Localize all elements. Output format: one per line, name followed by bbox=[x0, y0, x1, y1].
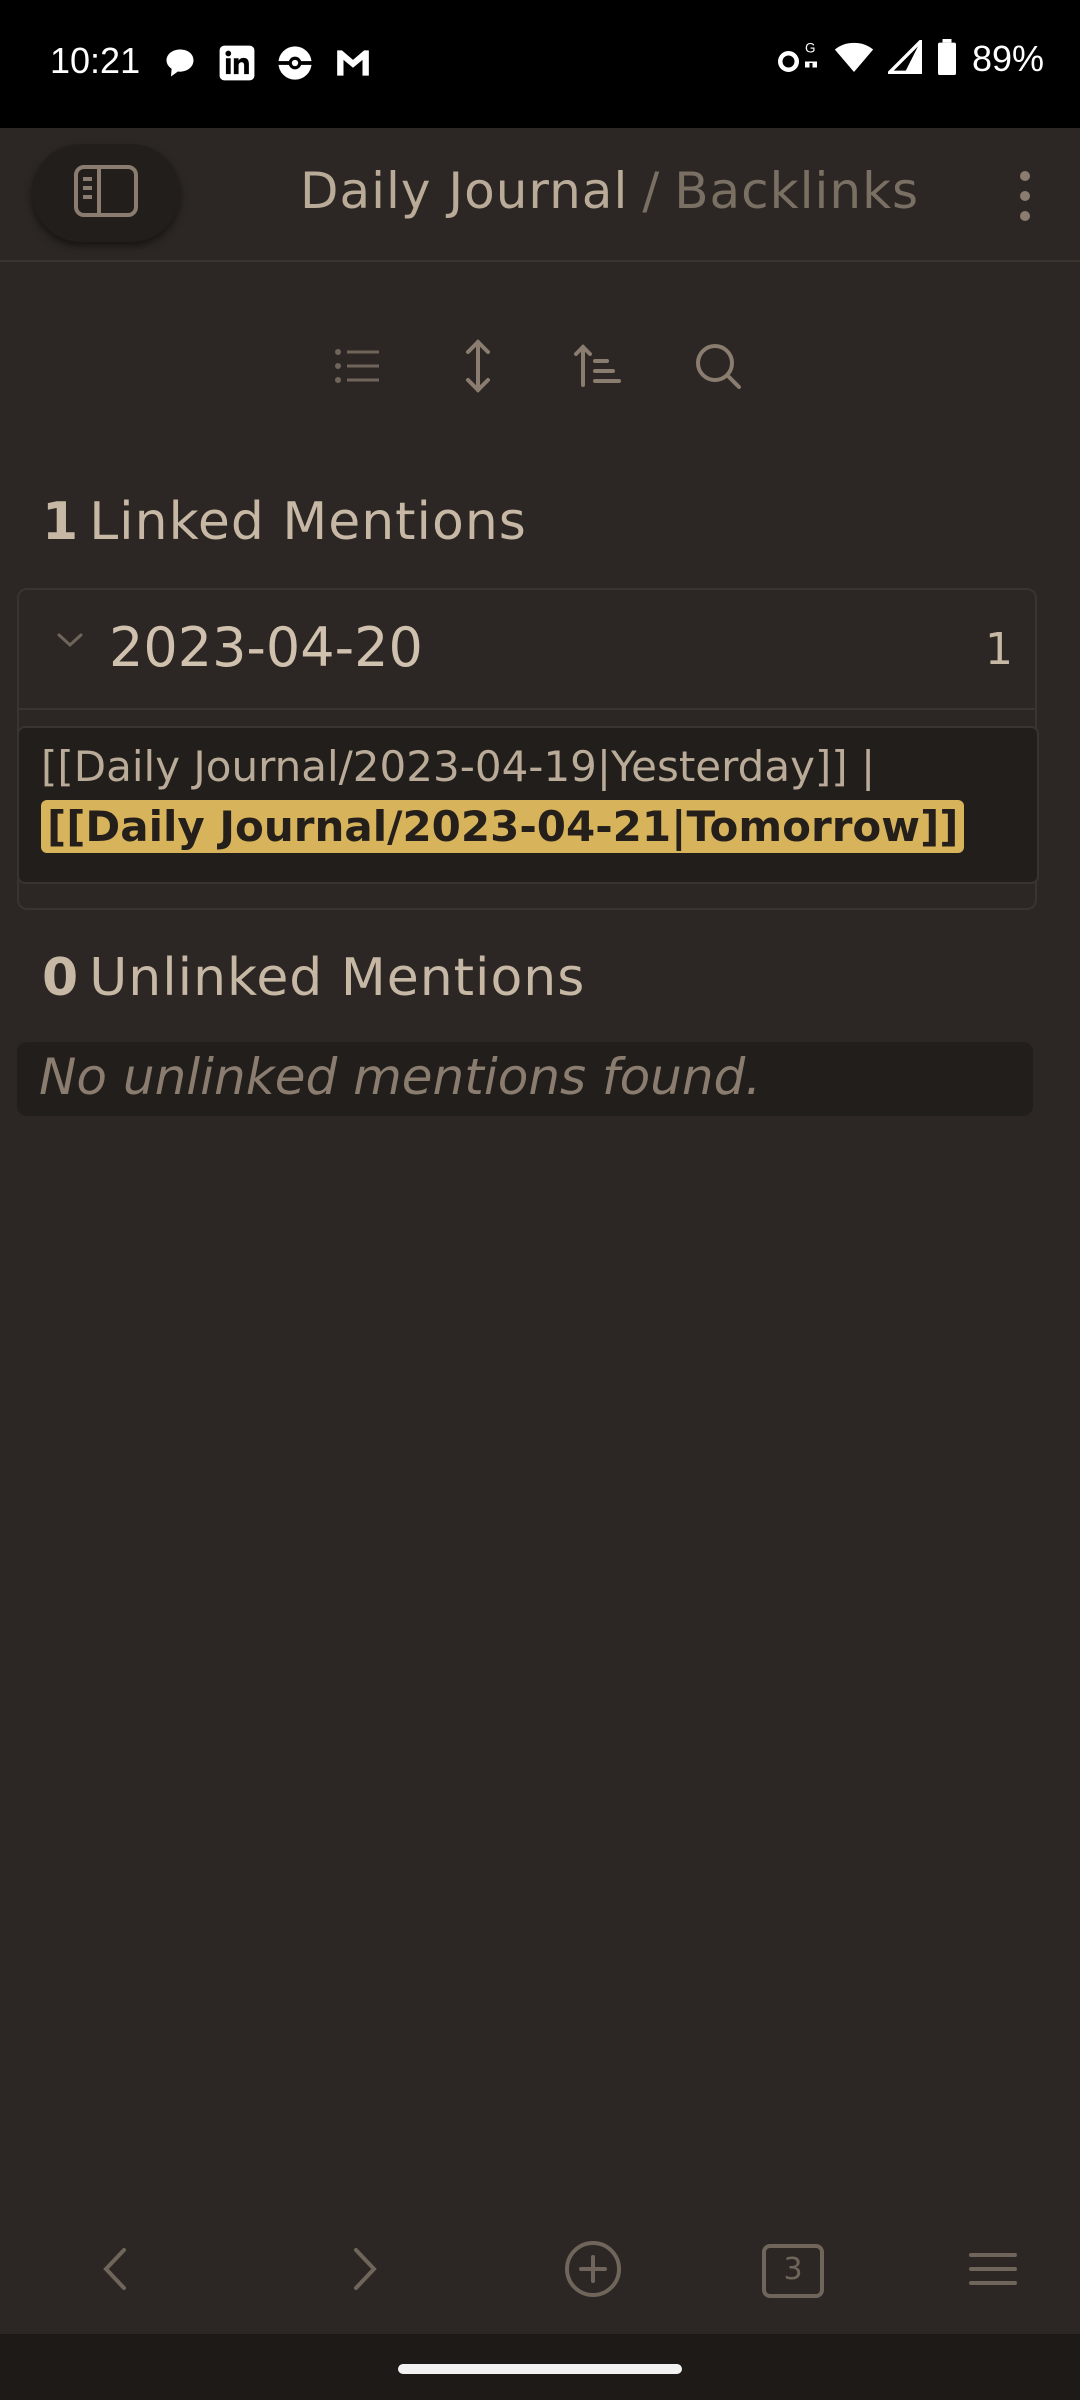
wifi-icon bbox=[834, 40, 874, 78]
sort-icon bbox=[573, 341, 623, 395]
chat-icon bbox=[162, 45, 198, 85]
sort-button[interactable] bbox=[570, 340, 626, 396]
gesture-bar bbox=[0, 2334, 1080, 2400]
linked-mentions-count: 1 bbox=[42, 492, 80, 552]
search-button[interactable] bbox=[690, 340, 746, 396]
tabs-count: 3 bbox=[783, 2252, 803, 2287]
page-title: Backlinks bbox=[674, 162, 920, 220]
app-header: Daily Journal / Backlinks bbox=[0, 128, 1080, 262]
snippet-text: [[Daily Journal/2023-04-19|Yesterday]] | bbox=[41, 742, 876, 791]
linkedin-icon bbox=[218, 44, 256, 86]
breadcrumb-parent[interactable]: Daily Journal bbox=[300, 162, 628, 220]
menu-button[interactable] bbox=[958, 2236, 1028, 2306]
unlinked-empty-state: No unlinked mentions found. bbox=[17, 1042, 1033, 1116]
backlink-snippet[interactable]: [[Daily Journal/2023-04-19|Yesterday]] |… bbox=[17, 726, 1039, 884]
sidebar-toggle-button[interactable] bbox=[32, 144, 180, 242]
unlinked-mentions-count: 0 bbox=[42, 948, 80, 1008]
show-more-context-button[interactable] bbox=[450, 338, 506, 398]
snippet-highlight: [[Daily Journal/2023-04-21|Tomorrow]] bbox=[41, 800, 965, 853]
empty-state-text: No unlinked mentions found. bbox=[39, 1048, 762, 1106]
back-button[interactable] bbox=[80, 2236, 150, 2306]
sidebar-icon bbox=[73, 164, 139, 222]
breadcrumb-separator: / bbox=[642, 162, 661, 220]
linked-mentions-label: Linked Mentions bbox=[89, 492, 527, 552]
svg-text:G: G bbox=[805, 41, 816, 56]
expand-icon bbox=[463, 338, 493, 398]
breadcrumb: Daily Journal / Backlinks bbox=[300, 162, 919, 220]
back-icon bbox=[100, 2246, 130, 2296]
signal-icon bbox=[885, 37, 922, 78]
collapse-results-button[interactable] bbox=[330, 340, 386, 396]
system-icons: G 89% bbox=[777, 37, 1044, 80]
backlink-match-count: 1 bbox=[985, 624, 1013, 675]
battery-percent: 89% bbox=[971, 38, 1044, 79]
battery-icon bbox=[936, 39, 958, 79]
search-icon bbox=[693, 341, 743, 395]
linked-mentions-heading: 1 Linked Mentions bbox=[42, 492, 527, 552]
vpn-key-icon: G bbox=[777, 39, 820, 79]
unlinked-mentions-heading: 0 Unlinked Mentions bbox=[42, 948, 585, 1008]
status-bar: 10:21 G 89% bbox=[0, 0, 1080, 128]
forward-icon bbox=[350, 2246, 380, 2296]
menu-icon bbox=[968, 2249, 1018, 2293]
gmail-icon bbox=[334, 46, 372, 84]
tabs-button[interactable]: 3 bbox=[758, 2236, 828, 2306]
chevron-down-icon[interactable] bbox=[55, 630, 85, 654]
more-options-button[interactable] bbox=[1000, 166, 1050, 226]
home-indicator[interactable] bbox=[398, 2364, 682, 2374]
backlink-group-header[interactable]: 2023-04-20 1 bbox=[19, 590, 1035, 710]
pokeball-icon bbox=[276, 44, 314, 86]
new-note-button[interactable] bbox=[558, 2236, 628, 2306]
tabs-icon: 3 bbox=[762, 2244, 824, 2298]
backlinks-toolbar bbox=[330, 338, 746, 398]
bottom-navigation: 3 bbox=[0, 2210, 1080, 2330]
new-note-icon bbox=[563, 2239, 623, 2303]
backlink-group: 2023-04-20 1 [[Daily Journal/2023-04-19|… bbox=[17, 588, 1039, 910]
status-time: 10:21 bbox=[50, 40, 141, 81]
forward-button[interactable] bbox=[330, 2236, 400, 2306]
more-vertical-icon bbox=[1000, 171, 1050, 230]
notification-icons bbox=[162, 44, 372, 86]
list-icon bbox=[333, 346, 383, 390]
unlinked-mentions-label: Unlinked Mentions bbox=[89, 948, 586, 1008]
backlink-file-name[interactable]: 2023-04-20 bbox=[109, 616, 423, 679]
